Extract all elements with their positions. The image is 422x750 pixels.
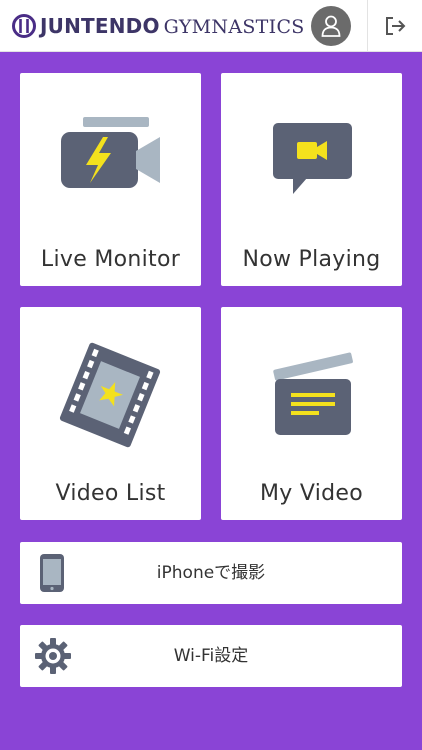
person-icon [321,15,341,37]
tile-my-video[interactable]: My Video [221,307,402,520]
action-label: Wi-Fi設定 [173,646,249,666]
record-with-iphone-button[interactable]: iPhoneで撮影 [20,542,402,604]
logo-mark-icon [12,14,36,38]
video-chat-bubble-icon [273,123,352,194]
video-camera-lightning-icon [61,117,160,188]
clapperboard-icon [273,352,353,435]
tile-label: Video List [55,481,166,506]
film-strip-star-icon [59,342,161,448]
tile-label: Live Monitor [40,247,181,272]
tile-video-list[interactable]: Video List [20,307,201,520]
brand-secondary: GYMNASTICS [163,16,305,38]
tile-now-playing[interactable]: Now Playing [221,73,402,286]
action-label: iPhoneで撮影 [156,563,266,583]
header-divider [367,0,368,52]
brand-primary: JUNTENDO [40,14,160,38]
tile-live-monitor[interactable]: Live Monitor [20,73,201,286]
logout-icon[interactable] [383,14,407,38]
account-button[interactable] [311,6,351,46]
brand-title: JUNTENDO GYMNASTICS [40,13,305,40]
wifi-settings-button[interactable]: Wi-Fi設定 [20,625,402,687]
app-header: JUNTENDO GYMNASTICS [0,0,422,52]
tile-label: My Video [259,481,364,506]
tile-label: Now Playing [242,247,381,272]
